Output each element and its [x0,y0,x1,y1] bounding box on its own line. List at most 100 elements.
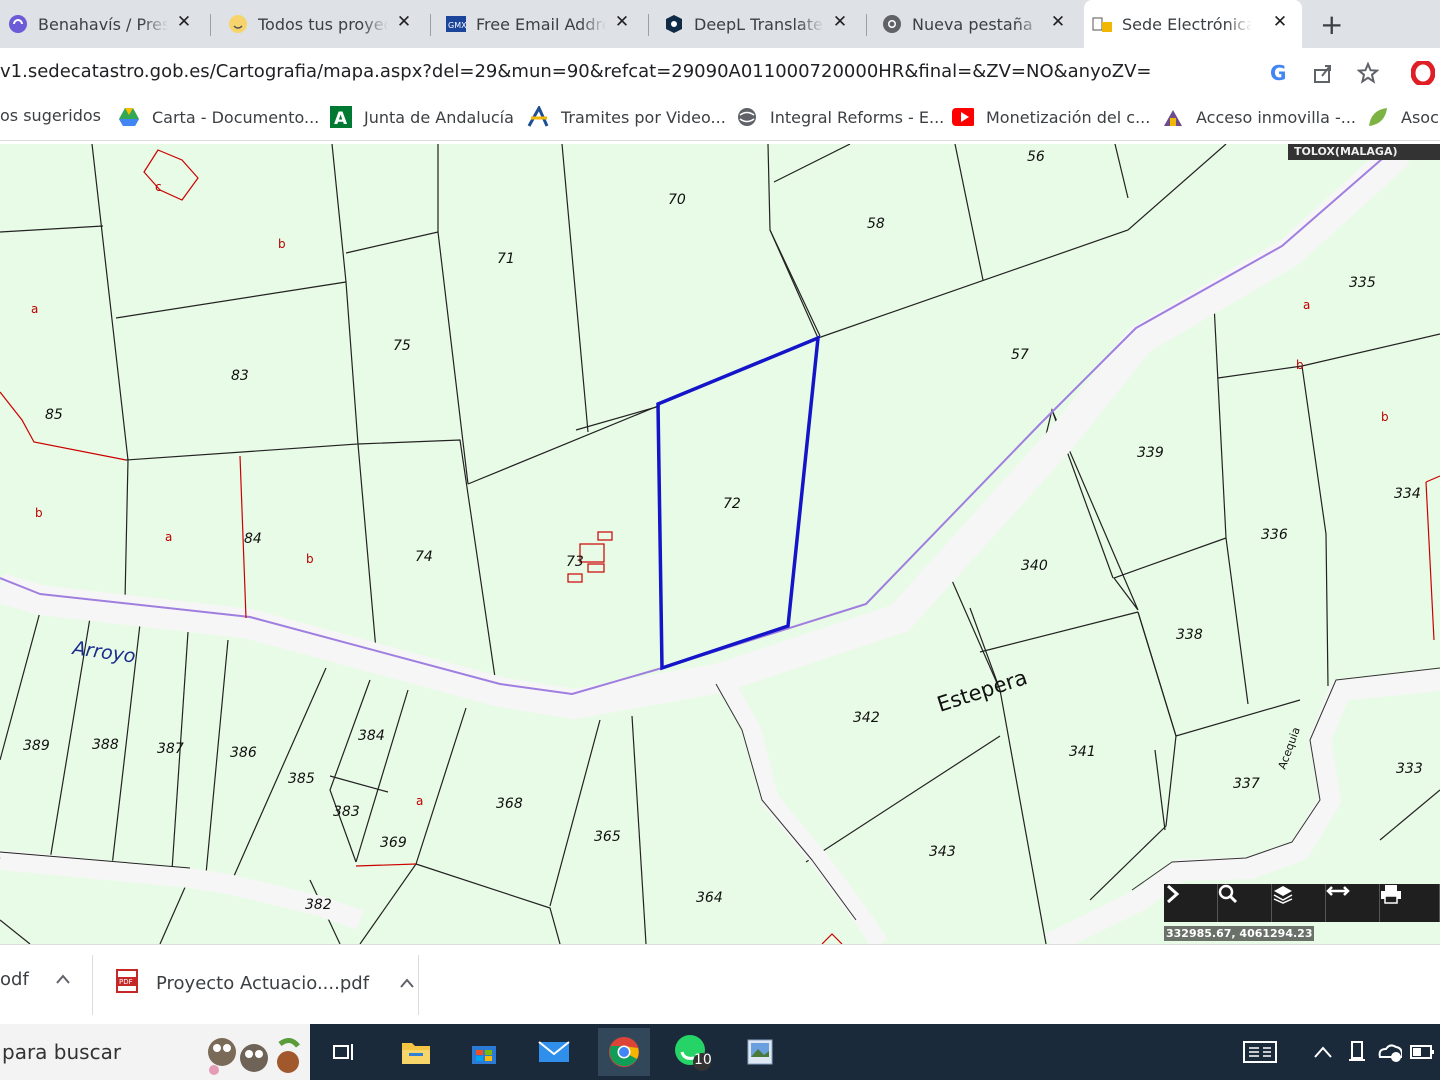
map-toolbar: 332985.67, 4061294.23 [1164,884,1440,944]
globe-icon [736,106,758,128]
tab-todos-proyectos[interactable]: Todos tus proyec ✕ [220,0,426,48]
loop-icon [8,14,28,34]
opera-icon[interactable] [1410,60,1436,86]
subparcel-label: b [1381,410,1389,424]
bookmark-junta[interactable]: A Junta de Andalucía [330,106,514,128]
download-item-1[interactable]: odf [0,969,71,990]
bookmark-label: Tramites por Video... [561,107,726,127]
address-bar-row: v1.sedecatastro.gob.es/Cartografia/mapa.… [0,48,1440,98]
parcel-label: 58 [867,216,885,232]
subparcel-label: a [416,794,423,808]
download-shelf: odf PDF Proyecto Actuacio....pdf [0,944,1440,1025]
print-icon[interactable] [1380,884,1440,922]
image-viewer-icon[interactable] [740,1032,780,1072]
subparcel-label: b [1296,358,1304,372]
tab-free-email[interactable]: GMX Free Email Addre ✕ [438,0,644,48]
map-canvas: 56 70 58 71 75 83 85 335 57 339 334 72 7… [0,144,1440,944]
parcel-label: 340 [1021,558,1048,574]
close-icon[interactable]: ✕ [830,12,850,32]
tab-deepl[interactable]: DeepL Translate ✕ [656,0,862,48]
file-explorer-icon[interactable] [396,1032,436,1072]
task-view-icon[interactable] [324,1032,364,1072]
device-icon[interactable] [1344,1040,1370,1064]
parcel-label: 386 [230,745,257,761]
chevron-up-icon[interactable] [399,973,415,994]
chevron-up-icon[interactable] [1310,1040,1336,1064]
google-translate-icon[interactable]: G [1266,60,1292,86]
svg-text:PDF: PDF [119,978,133,986]
parcel-label: 388 [92,737,119,753]
next-icon[interactable] [1164,884,1218,922]
chrome-icon[interactable] [598,1028,650,1076]
parcel-label: 364 [696,890,723,906]
close-icon[interactable]: ✕ [612,12,632,32]
bookmark-carta[interactable]: Carta - Documento... [118,106,319,128]
leaf-icon [1367,106,1389,128]
parcel-label: 337 [1233,776,1260,792]
parcel-label: 342 [853,710,880,726]
deepl-icon [664,14,684,34]
street-label-acequia: Acequia [1276,725,1303,771]
news-widget-icon[interactable] [1242,1040,1278,1064]
drive-icon [118,106,140,128]
close-icon[interactable]: ✕ [174,12,194,32]
taskbar-search[interactable]: para buscar [0,1024,310,1080]
parcel-label: 71 [497,251,515,267]
street-label-estepera: Estepera [934,665,1030,717]
inmovilla-icon [1162,106,1184,128]
download-label: Proyecto Actuacio....pdf [156,973,370,994]
download-item-2[interactable]: PDF Proyecto Actuacio....pdf [116,969,415,998]
svg-text:GMX: GMX [448,21,466,30]
bookmark-sugeridos[interactable]: os sugeridos [0,106,101,125]
store-icon[interactable] [464,1032,504,1072]
new-tab-button[interactable]: + [1320,8,1343,41]
tab-label: Nueva pestaña [912,14,1033,34]
share-icon[interactable] [1310,60,1336,86]
url-field[interactable]: v1.sedecatastro.gob.es/Cartografia/mapa.… [0,61,1151,82]
whatsapp-icon[interactable]: 10 [672,1032,712,1072]
parcel-label: 56 [1027,149,1045,165]
zoom-icon[interactable] [1218,884,1272,922]
coordinates-readout: 332985.67, 4061294.23 [1164,926,1315,941]
cadastral-map[interactable]: 56 70 58 71 75 83 85 335 57 339 334 72 7… [0,144,1440,944]
parcel-label: 84 [244,531,262,547]
tab-label: DeepL Translate [694,14,823,34]
bookmark-inmovilla[interactable]: Acceso inmovilla -... [1162,106,1356,128]
parcel-label: 70 [668,192,686,208]
parcel-label: 85 [45,407,63,423]
battery-icon[interactable] [1410,1040,1436,1064]
svg-text:G: G [1270,62,1286,84]
mail-icon[interactable] [534,1032,574,1072]
svg-text:A: A [334,109,348,128]
tab-sede-electronica[interactable]: Sede Electrónica ✕ [1084,0,1302,48]
close-icon[interactable]: ✕ [1270,12,1290,32]
parcel-label: 387 [157,741,184,757]
bookmark-asoci[interactable]: Asoci [1367,106,1440,128]
close-icon[interactable]: ✕ [394,12,414,32]
bookmark-star-icon[interactable] [1355,60,1381,86]
parcel-label: 336 [1261,527,1288,543]
subparcel-label: a [31,302,38,316]
tab-label: Todos tus proyec [258,14,388,34]
layers-icon[interactable] [1272,884,1326,922]
subparcel-label: b [278,237,286,251]
onedrive-icon[interactable] [1376,1040,1402,1064]
parcel-label: 384 [358,728,385,744]
junta-andalucia-icon: A [330,106,352,128]
subparcel-label: b [306,552,314,566]
catastro-icon [1092,14,1112,34]
bookmark-tramites[interactable]: Tramites por Video... [527,106,726,128]
close-icon[interactable]: ✕ [1048,12,1068,32]
bookmark-monetizacion[interactable]: Monetización del c... [952,106,1150,128]
parcel-label: 333 [1396,761,1423,777]
tab-nueva-pestana[interactable]: Nueva pestaña ✕ [874,0,1080,48]
street-label-arroyo: Arroyo [69,637,137,668]
chevron-up-icon[interactable] [55,969,71,990]
bookmark-integral-reforms[interactable]: Integral Reforms - E... [736,106,944,128]
bookmark-label: Carta - Documento... [152,107,320,127]
measure-icon[interactable] [1326,884,1380,922]
parcel-label: 385 [288,771,315,787]
tab-benahavis[interactable]: Benahavís / Presu ✕ [0,0,206,48]
parcel-label: 338 [1176,627,1203,643]
chrome-icon [882,14,902,34]
